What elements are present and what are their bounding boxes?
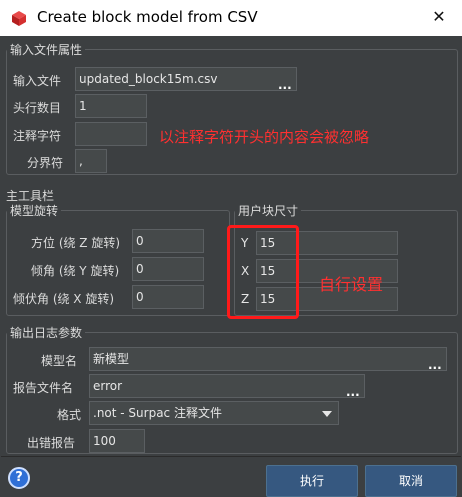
error-report-value: 100 [93,434,116,448]
plunge-value: 0 [136,290,144,304]
plunge-label: 倾伏角 (绕 X 旋转) [13,292,115,306]
footer-separator [1,456,461,457]
browse-model-name-button[interactable]: ... [428,358,442,372]
comment-char-label: 注释字符 [13,129,62,143]
chevron-down-icon [322,411,332,417]
user-block-size-legend: 用户块尺寸 [238,204,299,218]
cancel-button[interactable]: 取消 [365,465,457,497]
model-rotation-legend: 模型旋转 [10,204,59,218]
format-selected-value: .not - Surpac 注释文件 [93,406,222,420]
model-name-label: 模型名 [41,354,78,368]
error-report-label: 出错报告 [27,436,76,450]
window-title: Create block model from CSV [37,8,258,26]
title-bar: Create block model from CSV ✕ [0,0,462,36]
input-file-properties-legend: 输入文件属性 [10,43,83,57]
report-file-name-value: error [93,379,123,393]
input-file-field[interactable]: updated_block15m.csv [75,67,297,91]
close-icon[interactable]: ✕ [428,6,450,28]
azimuth-value: 0 [136,234,144,248]
dip-field[interactable]: 0 [132,257,204,281]
format-label: 格式 [57,408,82,422]
report-file-name-label: 报告文件名 [13,381,74,395]
model-name-value: 新模型 [93,352,130,366]
comment-annotation-note: 以注释字符开头的内容会被忽略 [159,128,370,146]
plunge-field[interactable]: 0 [132,285,204,309]
delimiter-field[interactable]: , [75,149,107,173]
delimiter-label: 分界符 [27,156,64,170]
output-log-legend: 输出日志参数 [10,326,83,340]
dialog-body: 输入文件属性 输入文件 updated_block15m.csv ... 头行数… [1,36,461,497]
block-size-annotation-note: 自行设置 [319,275,384,294]
format-dropdown[interactable]: .not - Surpac 注释文件 [89,401,339,425]
input-file-properties-group: 输入文件属性 [6,41,458,175]
browse-report-file-button[interactable]: ... [346,385,360,399]
report-file-name-field[interactable]: error [89,374,365,398]
dip-label: 倾角 (绕 Y 旋转) [31,264,120,278]
block-size-highlight-box [227,225,299,319]
input-file-value: updated_block15m.csv [79,72,218,86]
azimuth-field[interactable]: 0 [132,229,204,253]
browse-input-file-button[interactable]: ... [278,78,292,92]
comment-char-field[interactable] [75,122,147,146]
azimuth-label: 方位 (绕 Z 旋转) [31,236,121,250]
model-name-field[interactable]: 新模型 [89,347,447,371]
dip-value: 0 [136,262,144,276]
execute-button[interactable]: 执行 [266,465,358,497]
header-rows-value: 1 [79,99,87,113]
error-report-field[interactable]: 100 [89,429,145,453]
input-file-label: 输入文件 [13,74,62,88]
header-rows-field[interactable]: 1 [75,94,147,118]
help-icon[interactable]: ? [8,467,30,489]
block-model-app-icon [12,11,26,26]
delimiter-value: , [79,154,83,168]
header-rows-label: 头行数目 [13,101,62,115]
